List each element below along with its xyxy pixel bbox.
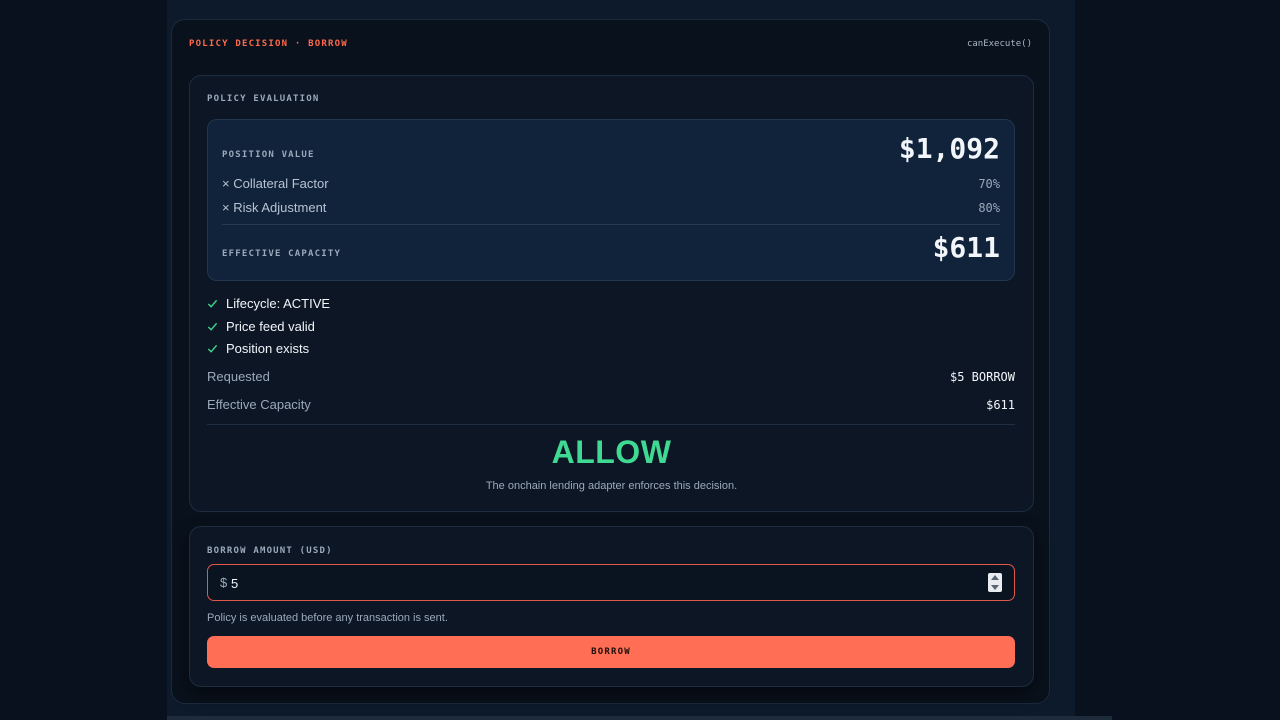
borrow-amount-field[interactable]: $ [207, 564, 1015, 601]
amount-stepper[interactable] [988, 573, 1002, 592]
decision-result: ALLOW [551, 434, 672, 470]
panel-title: POLICY DECISION · BORROW [189, 39, 348, 49]
checkmark-icon [207, 344, 218, 353]
capacity-value: $611 [986, 398, 1015, 412]
decision-divider [207, 424, 1015, 425]
requested-row: Requested $5 BORROW [207, 369, 1015, 387]
collateral-factor-value: 70% [978, 177, 1000, 191]
effective-capacity-label: EFFECTIVE CAPACITY [222, 249, 342, 259]
stepper-up-icon[interactable] [991, 575, 999, 581]
position-value-label: POSITION VALUE [222, 150, 315, 160]
position-value: $1,092 [898, 132, 1000, 165]
policy-evaluation-card: POLICY EVALUATION POSITION VALUE $1,092 … [189, 75, 1034, 512]
checkmark-icon [207, 299, 218, 308]
capacity-row: Effective Capacity $611 [207, 397, 1015, 415]
policy-decision-panel: POLICY DECISION · BORROW canExecute() PO… [171, 19, 1050, 704]
currency-symbol: $ [220, 575, 228, 590]
borrow-button[interactable]: BORROW [207, 636, 1015, 668]
function-name: canExecute() [966, 39, 1032, 49]
capacity-calculation: POSITION VALUE $1,092 × Collateral Facto… [207, 119, 1015, 281]
effective-capacity-value: $611 [932, 231, 1000, 264]
risk-adjustment-value: 80% [978, 201, 1000, 215]
borrow-amount-label: BORROW AMOUNT (USD) [207, 546, 333, 556]
check-label: Position exists [226, 341, 310, 356]
horizontal-scrollbar[interactable] [167, 716, 1112, 720]
check-label: Lifecycle: ACTIVE [226, 296, 331, 311]
check-lifecycle: Lifecycle: ACTIVE [207, 296, 330, 311]
check-label: Price feed valid [226, 319, 315, 334]
policy-evaluation-label: POLICY EVALUATION [207, 94, 320, 104]
risk-adjustment-row: 80% [222, 201, 1000, 217]
calc-divider [222, 224, 1000, 225]
borrow-amount-input[interactable] [231, 571, 971, 595]
policy-hint: Policy is evaluated before any transacti… [207, 612, 448, 624]
check-position-exists: Position exists [207, 341, 309, 356]
check-price-feed: Price feed valid [207, 319, 315, 334]
collateral-factor-row: 70% [222, 177, 1000, 193]
capacity-label: Effective Capacity [207, 397, 311, 412]
effective-capacity-row: EFFECTIVE CAPACITY $611 [222, 231, 1000, 267]
decision-note: The onchain lending adapter enforces thi… [485, 480, 738, 492]
stepper-down-icon[interactable] [991, 584, 999, 590]
checkmark-icon [207, 322, 218, 331]
requested-label: Requested [207, 369, 270, 384]
position-value-row: POSITION VALUE $1,092 [222, 132, 1000, 168]
requested-value: $5 BORROW [949, 370, 1015, 384]
borrow-card: BORROW AMOUNT (USD) $ Policy is evaluate… [189, 526, 1034, 687]
